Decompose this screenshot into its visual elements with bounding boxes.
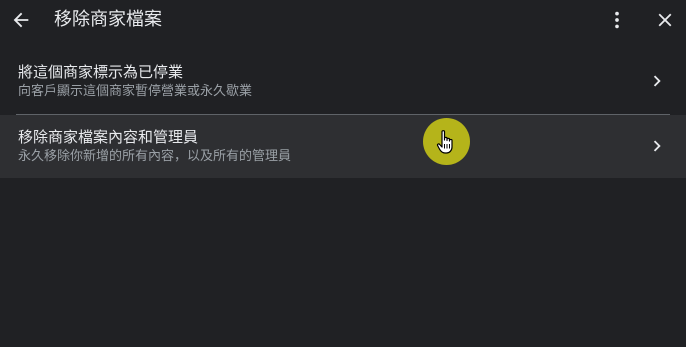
hand-pointer-icon (436, 130, 453, 154)
remove-profile-option[interactable]: 移除商家檔案內容和管理員 永久移除你新增的所有內容，以及所有的管理員 (0, 115, 686, 178)
chevron-right-icon (653, 140, 661, 152)
close-button[interactable] (649, 4, 681, 36)
chevron-right-icon (653, 75, 661, 87)
cursor-highlight (423, 118, 470, 165)
option-subtitle: 向客戶顯示這個商家暫停營業或永久歇業 (18, 84, 253, 99)
back-button[interactable] (5, 4, 37, 36)
more-options-button[interactable] (601, 4, 633, 36)
dialog-header: 移除商家檔案 (0, 0, 686, 42)
arrow-left-icon (13, 12, 29, 28)
close-icon (658, 13, 672, 27)
option-title: 移除商家檔案內容和管理員 (18, 128, 199, 146)
mark-closed-option[interactable]: 將這個商家標示為已停業 向客戶顯示這個商家暫停營業或永久歇業 (0, 52, 686, 114)
more-vert-icon (615, 11, 619, 29)
page-title: 移除商家檔案 (54, 9, 162, 30)
option-title: 將這個商家標示為已停業 (18, 63, 184, 81)
option-subtitle: 永久移除你新增的所有內容，以及所有的管理員 (18, 149, 292, 164)
